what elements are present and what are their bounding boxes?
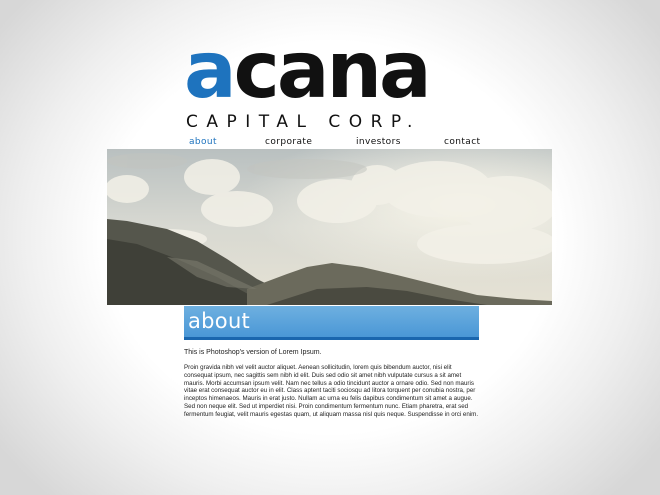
logo-letter-rest: cana: [233, 26, 432, 116]
hero-banner-image: [107, 149, 552, 305]
nav-item-contact[interactable]: contact: [444, 136, 480, 148]
nav-item-corporate[interactable]: corporate: [265, 136, 312, 148]
section-header-bar: about: [184, 306, 479, 340]
logo-subtitle: CAPITAL CORP.: [186, 112, 421, 132]
nav-item-investors[interactable]: investors: [356, 136, 401, 148]
body-paragraph: Proin gravida nibh vel velit auctor aliq…: [184, 364, 479, 418]
nav-item-about[interactable]: about: [189, 136, 217, 148]
company-logo[interactable]: acana CAPITAL CORP.: [184, 32, 479, 132]
main-content: This is Photoshop's version of Lorem Ips…: [184, 348, 479, 419]
logo-wordmark: acana: [184, 32, 479, 110]
logo-letter-accent: a: [184, 26, 237, 116]
section-title: about: [188, 309, 251, 333]
main-nav: about corporate investors contact: [189, 136, 480, 148]
intro-paragraph: This is Photoshop's version of Lorem Ips…: [184, 349, 322, 356]
